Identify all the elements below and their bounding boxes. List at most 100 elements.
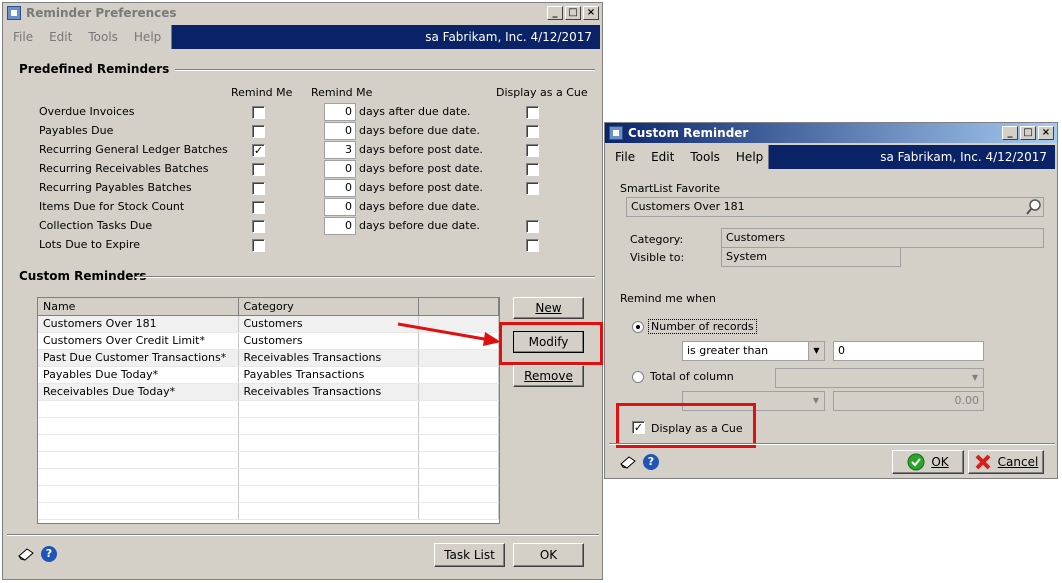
display-cue-checkbox[interactable] (526, 239, 539, 252)
ok-button[interactable]: OK (892, 450, 964, 474)
days-input[interactable]: 0 (324, 160, 356, 178)
display-cue-checkbox[interactable] (526, 182, 539, 195)
table-row[interactable] (38, 468, 499, 486)
days-suffix-label: days before due date. (359, 124, 480, 137)
ok-button[interactable]: OK (513, 543, 584, 567)
table-row[interactable] (38, 417, 499, 435)
note-icon[interactable] (17, 547, 35, 561)
cell-name: Past Due Customer Transactions* (38, 349, 239, 367)
new-button[interactable]: New (513, 297, 584, 319)
days-input[interactable]: 0 (324, 122, 356, 140)
reminder-label: Lots Due to Expire (39, 238, 140, 251)
condition-value-input[interactable]: 0 (833, 341, 984, 361)
help-icon[interactable]: ? (643, 454, 659, 470)
days-suffix-label: days before post date. (359, 143, 483, 156)
display-cue-checkbox[interactable] (526, 163, 539, 176)
table-row[interactable]: Past Due Customer Transactions* Receivabl… (38, 349, 499, 367)
menu-tools[interactable]: Tools (80, 30, 126, 44)
window-title: Reminder Preferences (26, 6, 177, 20)
total-of-column-radio[interactable] (632, 371, 644, 383)
days-input[interactable]: 3 (324, 141, 356, 159)
cell-name: Receivables Due Today* (38, 383, 239, 401)
menu-file[interactable]: File (5, 30, 41, 44)
annotation-arrow-icon (397, 322, 501, 346)
cell-empty (238, 468, 419, 486)
smartlist-favorite-label: SmartList Favorite (620, 182, 720, 195)
visible-to-value: System (726, 250, 768, 263)
check-icon (907, 453, 925, 471)
menu-edit[interactable]: Edit (643, 150, 682, 164)
days-input[interactable]: 0 (324, 179, 356, 197)
close-button[interactable]: × (583, 6, 599, 20)
remove-button[interactable]: Remove (513, 365, 584, 387)
remind-me-checkbox[interactable] (252, 163, 265, 176)
display-cue-checkbox[interactable] (526, 220, 539, 233)
table-row[interactable]: Receivables Due Today* Receivables Transa… (38, 383, 499, 401)
display-cue-checkbox[interactable] (526, 125, 539, 138)
cell-name: Customers Over Credit Limit* (38, 332, 239, 350)
maximize-button[interactable]: □ (1020, 126, 1036, 140)
table-row[interactable] (38, 485, 499, 503)
table-row[interactable]: Payables Due Today* Payables Transactions (38, 366, 499, 384)
new-button-label: New (535, 301, 562, 315)
column-header-name[interactable]: Name (38, 298, 239, 316)
lookup-icon[interactable] (1025, 198, 1043, 216)
cell-empty (238, 434, 419, 452)
total-of-column-label[interactable]: Total of column (650, 370, 734, 383)
note-icon[interactable] (619, 455, 637, 469)
days-suffix-label: days before due date. (359, 219, 480, 232)
display-cue-header: Display as a Cue (496, 86, 588, 99)
smartlist-favorite-field[interactable]: Customers Over 181 (626, 197, 1044, 217)
table-row[interactable] (38, 502, 499, 520)
remind-me-checkbox[interactable] (252, 239, 265, 252)
chevron-down-icon: ▼ (967, 369, 983, 387)
title-bar[interactable]: Reminder Preferences _ □ × (3, 3, 602, 23)
menu-file[interactable]: File (607, 150, 643, 164)
menu-tools[interactable]: Tools (682, 150, 728, 164)
user-company-date: sa Fabrikam, Inc. 4/12/2017 (425, 30, 592, 44)
maximize-button[interactable]: □ (565, 6, 581, 20)
menu-help[interactable]: Help (728, 150, 771, 164)
remind-me-checkbox[interactable] (252, 106, 265, 119)
remind-me-checkbox[interactable] (252, 220, 265, 233)
display-cue-checkbox[interactable] (526, 144, 539, 157)
table-row[interactable] (38, 434, 499, 452)
menu-edit[interactable]: Edit (41, 30, 80, 44)
reminder-label: Recurring Receivables Batches (39, 162, 209, 175)
window-app-icon (609, 126, 623, 140)
title-bar[interactable]: Custom Reminder _ □ × (605, 123, 1057, 143)
condition-dropdown[interactable]: is greater than ▼ (682, 341, 825, 361)
remove-button-label: Remove (524, 369, 573, 383)
task-list-button[interactable]: Task List (434, 543, 505, 567)
table-row[interactable] (38, 451, 499, 469)
remind-me-checkbox[interactable] (252, 201, 265, 214)
table-row[interactable] (38, 400, 499, 418)
divider (7, 534, 599, 536)
menu-help[interactable]: Help (126, 30, 169, 44)
cell-empty (38, 468, 239, 486)
column-header-category[interactable]: Category (238, 298, 419, 316)
number-of-records-radio[interactable] (632, 321, 644, 333)
window-app-icon (7, 6, 21, 20)
cancel-x-icon (975, 454, 991, 470)
days-input[interactable]: 0 (324, 217, 356, 235)
cell-empty (38, 434, 239, 452)
user-company-date: sa Fabrikam, Inc. 4/12/2017 (880, 150, 1047, 164)
days-input[interactable]: 0 (324, 198, 356, 216)
help-icon[interactable]: ? (41, 546, 57, 562)
smartlist-favorite-value: Customers Over 181 (631, 200, 745, 213)
remind-me-checkbox[interactable] (252, 182, 265, 195)
number-of-records-label[interactable]: Number of records (648, 319, 757, 334)
condition-value-text: 0 (838, 344, 845, 357)
display-cue-checkbox[interactable] (526, 106, 539, 119)
predefined-reminders-heading: Predefined Reminders (19, 62, 170, 76)
close-button[interactable]: × (1038, 126, 1054, 140)
minimize-button[interactable]: _ (1002, 126, 1018, 140)
cancel-button[interactable]: Cancel (968, 450, 1044, 474)
remind-me-checkbox[interactable]: ✓ (252, 144, 265, 157)
remind-me-checkbox[interactable] (252, 125, 265, 138)
minimize-button[interactable]: _ (547, 6, 563, 20)
days-input[interactable]: 0 (324, 103, 356, 121)
cell-name: Customers Over 181 (38, 315, 239, 333)
cell-empty (38, 400, 239, 418)
